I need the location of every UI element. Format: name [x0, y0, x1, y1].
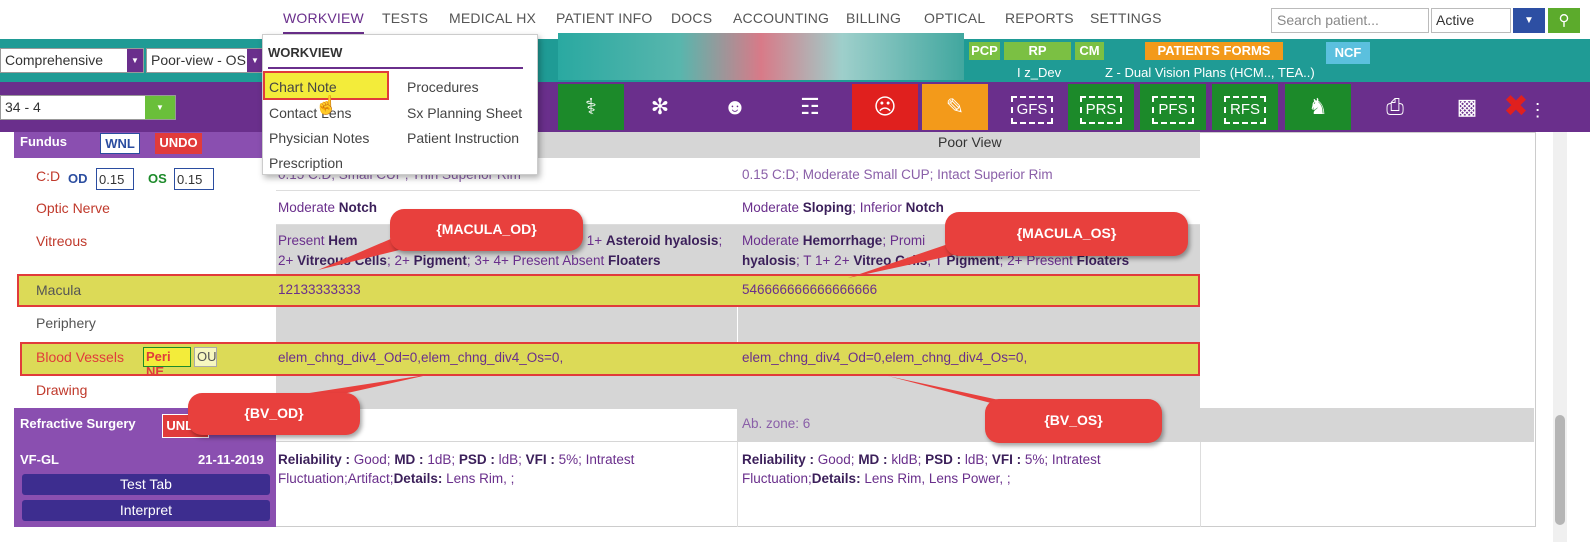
macula-od-callout: {MACULA_OD} [390, 209, 583, 251]
hand-cursor-icon: ☝ [315, 95, 338, 115]
menu-patient-instruction[interactable]: Patient Instruction [407, 130, 519, 146]
menu-chart-note[interactable]: Chart Note [269, 79, 337, 95]
menu-physician-notes[interactable]: Physician Notes [269, 130, 369, 146]
menu-sx-planning-sheet[interactable]: Sx Planning Sheet [407, 105, 522, 121]
menu-divider [268, 67, 523, 69]
macula-os-callout: {MACULA_OS} [945, 212, 1188, 256]
menu-contact-lens[interactable]: Contact Lens [269, 105, 352, 121]
callout-pointers [290, 235, 1045, 410]
workview-menu: WORKVIEW Chart Note Contact Lens Physici… [262, 34, 538, 175]
menu-header: WORKVIEW [268, 45, 343, 60]
menu-procedures[interactable]: Procedures [407, 79, 479, 95]
menu-prescription[interactable]: Prescription [269, 155, 343, 171]
bv-od-callout: {BV_OD} [188, 393, 360, 435]
bv-os-callout: {BV_OS} [985, 399, 1162, 443]
